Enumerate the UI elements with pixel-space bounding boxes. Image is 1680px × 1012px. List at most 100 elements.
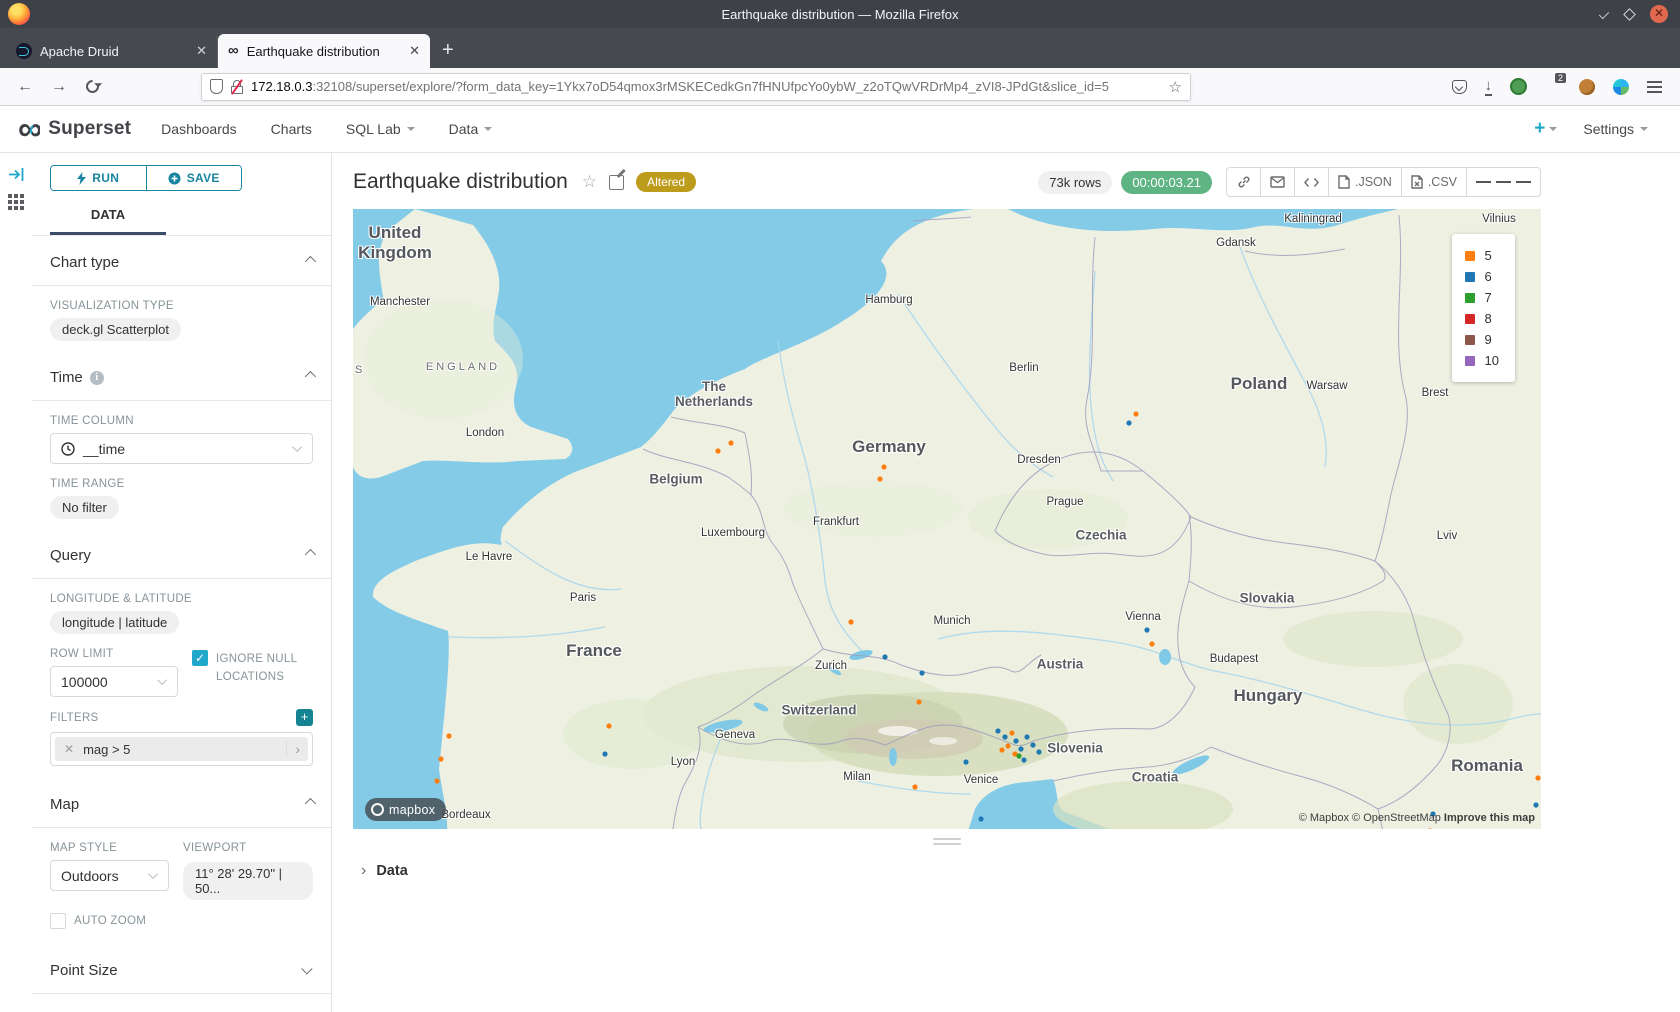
time-column-select[interactable]: __time — [50, 433, 313, 464]
earthquake-point[interactable] — [728, 440, 733, 445]
embed-code-button[interactable] — [1294, 167, 1329, 197]
earthquake-point[interactable] — [919, 670, 924, 675]
nav-item-data[interactable]: Data — [449, 121, 493, 137]
earthquake-point[interactable] — [1016, 753, 1021, 758]
save-button[interactable]: SAVE — [146, 166, 242, 190]
earthquake-point[interactable] — [1024, 734, 1029, 739]
cookie-extension-icon[interactable] — [1579, 79, 1595, 95]
section-chart-type[interactable]: Chart type — [50, 236, 313, 285]
earthquake-point[interactable] — [877, 476, 882, 481]
earthquake-point[interactable] — [602, 751, 607, 756]
earthquake-point[interactable] — [999, 747, 1004, 752]
tab-close-icon[interactable]: ✕ — [409, 43, 420, 59]
pinwheel-extension-icon[interactable] — [1613, 79, 1629, 95]
legend-item[interactable]: 5 — [1465, 245, 1499, 266]
back-icon[interactable]: ← — [10, 78, 40, 96]
earthquake-point[interactable] — [1535, 775, 1540, 780]
expand-panel-icon[interactable] — [8, 167, 25, 182]
earthquake-point[interactable] — [1133, 411, 1138, 416]
earthquake-point[interactable] — [882, 654, 887, 659]
browser-tab-apache-druid[interactable]: Apache Druid ✕ — [6, 34, 218, 68]
window-maximize-icon[interactable] — [1623, 8, 1636, 21]
insecure-lock-icon[interactable] — [231, 80, 243, 94]
viz-type-value[interactable]: deck.gl Scatterplot — [50, 318, 181, 341]
earthquake-point[interactable] — [963, 759, 968, 764]
export-csv-button[interactable]: .CSV — [1401, 167, 1467, 197]
section-time[interactable]: Timei — [50, 351, 313, 400]
earthquake-point[interactable] — [912, 784, 917, 789]
earthquake-point[interactable] — [881, 464, 886, 469]
new-tab-button[interactable]: + — [430, 39, 466, 68]
earthquake-point[interactable] — [1126, 420, 1131, 425]
attribution-text[interactable]: © Mapbox © OpenStreetMap — [1299, 812, 1441, 824]
nav-item-dashboards[interactable]: Dashboards — [161, 121, 237, 137]
chevron-right-icon[interactable]: › — [286, 741, 308, 757]
tab-data[interactable]: DATA — [50, 207, 166, 235]
dataset-grid-icon[interactable] — [8, 194, 25, 211]
legend-item[interactable]: 10 — [1465, 350, 1499, 371]
auto-zoom-checkbox[interactable] — [50, 913, 66, 929]
earthquake-point[interactable] — [848, 619, 853, 624]
export-json-button[interactable]: .JSON — [1328, 167, 1402, 197]
pocket-icon[interactable] — [1452, 80, 1467, 94]
superset-logo[interactable]: ∞ Superset — [18, 114, 131, 144]
earthquake-point[interactable] — [1144, 627, 1149, 632]
panel-resize-handle[interactable] — [353, 838, 1541, 845]
viewport-value[interactable]: 11° 28' 29.70" | 50... — [183, 862, 313, 900]
run-button[interactable]: RUN — [51, 166, 146, 190]
earthquake-point[interactable] — [1018, 746, 1023, 751]
data-section-toggle[interactable]: › Data — [353, 862, 1680, 880]
mapbox-logo[interactable]: mapbox — [365, 798, 446, 821]
earthquake-point[interactable] — [1013, 738, 1018, 743]
ignore-null-checkbox[interactable]: ✓ — [192, 650, 208, 666]
section-query[interactable]: Query — [50, 529, 313, 578]
remove-filter-icon[interactable]: ✕ — [55, 742, 83, 756]
earthquake-point[interactable] — [1036, 749, 1041, 754]
section-map[interactable]: Map — [50, 778, 313, 827]
adblock-shield-icon[interactable]: 2 — [1545, 78, 1561, 96]
tab-close-icon[interactable]: ✕ — [196, 43, 207, 59]
improve-map-link[interactable]: Improve this map — [1444, 812, 1535, 824]
url-bar[interactable]: 172.18.0.3:32108/superset/explore/?form_… — [201, 73, 1191, 101]
earthquake-point[interactable] — [446, 733, 451, 738]
lonlat-value[interactable]: longitude | latitude — [50, 611, 179, 634]
tracking-shield-icon[interactable] — [210, 79, 223, 94]
earthquake-point[interactable] — [995, 728, 1000, 733]
window-close-icon[interactable]: ✕ — [1650, 5, 1668, 23]
earthquake-point[interactable] — [916, 699, 921, 704]
filter-chip[interactable]: ✕ mag > 5 › — [55, 737, 308, 761]
row-limit-select[interactable]: 100000 — [50, 666, 178, 697]
earthquake-point[interactable] — [1002, 734, 1007, 739]
window-minimize-icon[interactable] — [1599, 9, 1609, 19]
deckgl-map[interactable]: United KingdomGermanyPolandFranceHungary… — [353, 209, 1541, 829]
add-filter-button[interactable]: + — [296, 709, 313, 726]
earthquake-point[interactable] — [1005, 743, 1010, 748]
add-new-button[interactable]: + — [1534, 118, 1557, 140]
earthquake-point[interactable] — [715, 448, 720, 453]
reload-icon[interactable] — [83, 77, 101, 95]
nav-item-sql-lab[interactable]: SQL Lab — [346, 121, 415, 137]
extension-green-icon[interactable] — [1510, 78, 1527, 95]
email-button[interactable] — [1260, 167, 1295, 197]
earthquake-point[interactable] — [1030, 742, 1035, 747]
legend-item[interactable]: 8 — [1465, 308, 1499, 329]
url-text[interactable]: 172.18.0.3:32108/superset/explore/?form_… — [251, 79, 1161, 94]
browser-tab-earthquake-distribution[interactable]: ∞ Earthquake distribution ✕ — [218, 34, 430, 68]
earthquake-point[interactable] — [1021, 757, 1026, 762]
time-range-value[interactable]: No filter — [50, 496, 119, 519]
edit-pencil-icon[interactable] — [609, 175, 624, 190]
earthquake-point[interactable] — [1009, 730, 1014, 735]
downloads-icon[interactable]: ↓ — [1485, 78, 1493, 96]
earthquake-point[interactable] — [1533, 802, 1538, 807]
settings-menu[interactable]: Settings — [1583, 121, 1648, 137]
earthquake-point[interactable] — [1149, 641, 1154, 646]
earthquake-point[interactable] — [438, 756, 443, 761]
nav-item-charts[interactable]: Charts — [271, 121, 312, 137]
forward-icon[interactable]: → — [44, 78, 74, 96]
firefox-menu-icon[interactable] — [1647, 78, 1662, 96]
bookmark-star-icon[interactable]: ☆ — [1169, 78, 1182, 96]
earthquake-point[interactable] — [1427, 828, 1432, 829]
earthquake-point[interactable] — [434, 778, 439, 783]
copy-link-button[interactable] — [1226, 167, 1261, 197]
legend-item[interactable]: 7 — [1465, 287, 1499, 308]
